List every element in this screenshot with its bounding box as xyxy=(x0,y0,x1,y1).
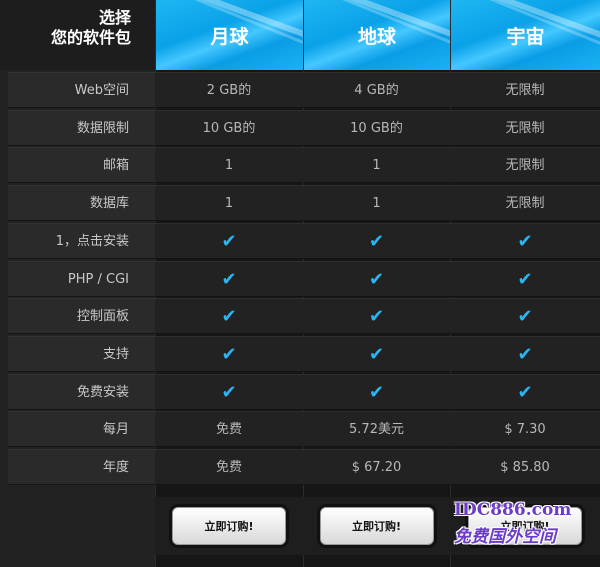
feature-value: 无限制 xyxy=(450,110,600,146)
feature-value: $ 67.20 xyxy=(303,449,450,485)
check-icon: ✔ xyxy=(155,298,303,334)
check-icon: ✔ xyxy=(155,223,303,259)
watermark-slogan: 免费国外空间 xyxy=(454,527,556,547)
feature-value: 无限制 xyxy=(450,185,600,221)
feature-row: 1，点击安装 ✔ ✔ ✔ xyxy=(0,223,600,259)
feature-row: 数据限制 10 GB的 10 GB的 无限制 xyxy=(0,110,600,146)
watermark: IDC886.com 免费国外空间 xyxy=(454,500,600,560)
order-now-button[interactable]: 立即订购! xyxy=(319,507,434,545)
check-icon: ✔ xyxy=(303,223,450,259)
order-now-button[interactable]: 立即订购! xyxy=(172,507,286,545)
plan-name: 月球 xyxy=(210,25,249,48)
check-icon: ✔ xyxy=(303,336,450,372)
choose-package-heading: 选择 您的软件包 xyxy=(0,0,155,70)
feature-label: 数据库 xyxy=(8,185,155,221)
feature-value: 无限制 xyxy=(450,147,600,183)
feature-label: 邮箱 xyxy=(8,147,155,183)
feature-label: 1，点击安装 xyxy=(8,223,155,259)
check-icon: ✔ xyxy=(303,298,450,334)
plan-header-moon: 月球 xyxy=(156,0,303,70)
feature-value: 1 xyxy=(155,185,303,221)
pricing-table: 选择 您的软件包 月球 地球 宇宙 Web空间 2 GB的 4 GB的 无限制 数据限制… xyxy=(0,0,600,567)
check-icon: ✔ xyxy=(450,298,600,334)
feature-row: 邮箱 1 1 无限制 xyxy=(0,147,600,183)
check-icon: ✔ xyxy=(155,261,303,297)
feature-row: PHP / CGI ✔ ✔ ✔ xyxy=(0,261,600,297)
check-icon: ✔ xyxy=(450,261,600,297)
feature-value: 4 GB的 xyxy=(303,72,450,108)
feature-label: 免费安装 xyxy=(8,374,155,410)
feature-value: 免费 xyxy=(155,411,303,447)
feature-row: 年度 免费 $ 67.20 $ 85.80 xyxy=(0,449,600,485)
feature-value: 免费 xyxy=(155,449,303,485)
feature-value: 1 xyxy=(303,147,450,183)
plan-header-universe: 宇宙 xyxy=(451,0,600,70)
footer-cell-moon: 立即订购! xyxy=(155,497,303,555)
feature-label: 年度 xyxy=(8,449,155,485)
feature-value: 1 xyxy=(155,147,303,183)
feature-value: 无限制 xyxy=(450,72,600,108)
feature-label: Web空间 xyxy=(8,72,155,108)
plan-name: 地球 xyxy=(357,25,396,48)
check-icon: ✔ xyxy=(303,261,450,297)
check-icon: ✔ xyxy=(450,336,600,372)
feature-label: PHP / CGI xyxy=(8,261,155,297)
feature-row: 免费安装 ✔ ✔ ✔ xyxy=(0,374,600,410)
feature-label: 每月 xyxy=(8,411,155,447)
feature-row: 控制面板 ✔ ✔ ✔ xyxy=(0,298,600,334)
feature-value: $ 7.30 xyxy=(450,411,600,447)
heading-line-2: 您的软件包 xyxy=(50,28,131,47)
plan-header-earth: 地球 xyxy=(304,0,450,70)
feature-row: Web空间 2 GB的 4 GB的 无限制 xyxy=(0,72,600,108)
check-icon: ✔ xyxy=(155,374,303,410)
feature-value: 1 xyxy=(303,185,450,221)
check-icon: ✔ xyxy=(450,374,600,410)
feature-value: 10 GB的 xyxy=(155,110,303,146)
plan-name: 宇宙 xyxy=(506,25,545,48)
feature-value: 10 GB的 xyxy=(303,110,450,146)
feature-row: 数据库 1 1 无限制 xyxy=(0,185,600,221)
feature-value: $ 85.80 xyxy=(450,449,600,485)
check-icon: ✔ xyxy=(303,374,450,410)
feature-row: 每月 免费 5.72美元 $ 7.30 xyxy=(0,411,600,447)
feature-value: 2 GB的 xyxy=(155,72,303,108)
check-icon: ✔ xyxy=(155,336,303,372)
heading-line-1: 选择 xyxy=(98,8,131,27)
feature-value: 5.72美元 xyxy=(303,411,450,447)
watermark-domain: IDC886.com xyxy=(454,500,572,520)
feature-row: 支持 ✔ ✔ ✔ xyxy=(0,336,600,372)
check-icon: ✔ xyxy=(450,223,600,259)
feature-label: 数据限制 xyxy=(8,110,155,146)
footer-cell-earth: 立即订购! xyxy=(303,497,450,555)
feature-label: 控制面板 xyxy=(8,298,155,334)
feature-label: 支持 xyxy=(8,336,155,372)
